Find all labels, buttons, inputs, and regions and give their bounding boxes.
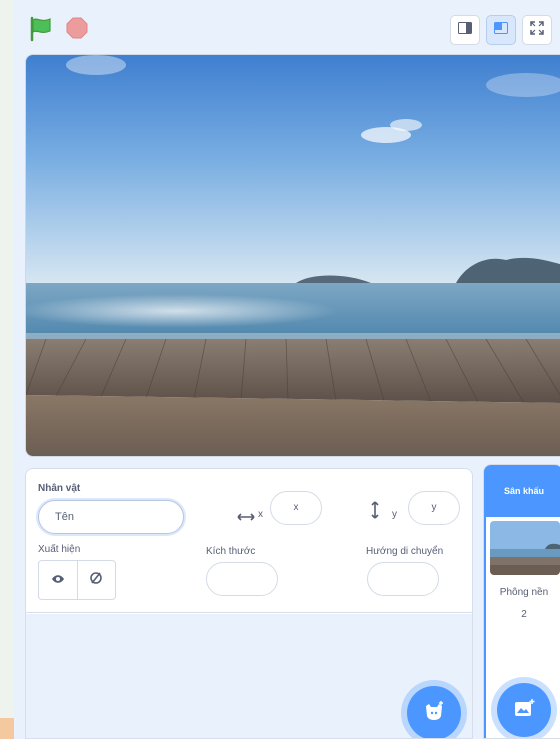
y-input[interactable]: y (408, 491, 460, 525)
backdrop-label: Phông nền (499, 587, 549, 598)
stage-selector-header[interactable]: Sân khấu (484, 465, 560, 517)
show-button[interactable] (39, 561, 77, 599)
fullscreen-button[interactable] (522, 15, 552, 45)
vertical-arrows-icon (370, 501, 380, 524)
sprite-list-area (26, 614, 472, 738)
scratch-stage-area: Nhân vật Tên x x y y Xuất hiện Kích thướ… (14, 0, 560, 739)
eye-icon (51, 571, 65, 589)
normal-stage-icon (494, 21, 508, 39)
size-label: Kích thước (206, 546, 256, 557)
sprite-name-input[interactable]: Tên (38, 500, 184, 534)
choose-backdrop-button[interactable] (497, 683, 551, 737)
backdrop-count: 2 (521, 609, 527, 620)
eye-slash-icon (89, 571, 103, 590)
sprite-heading: Nhân vật (38, 483, 81, 494)
stage-canvas[interactable] (25, 54, 560, 457)
sprite-info-panel: Nhân vật Tên x x y y Xuất hiện Kích thướ… (25, 468, 473, 739)
stop-icon[interactable] (66, 17, 88, 39)
horizontal-arrows-icon (237, 509, 255, 527)
visibility-toggle (38, 560, 116, 600)
choose-sprite-button[interactable] (407, 686, 461, 738)
stage-selector-panel[interactable]: Sân khấu Phông nền 2 (483, 464, 560, 739)
add-sprite-icon (423, 700, 445, 727)
fullscreen-icon (530, 20, 544, 40)
add-backdrop-icon (513, 698, 535, 723)
sprite-info-section: Nhân vật Tên x x y y Xuất hiện Kích thướ… (26, 469, 472, 613)
stage-controls-bar (14, 0, 560, 54)
direction-label: Hướng di chuyển (366, 546, 444, 557)
direction-input[interactable] (367, 562, 439, 596)
normal-stage-button[interactable] (486, 15, 516, 45)
hide-button[interactable] (76, 561, 115, 599)
backdrop-thumbnail[interactable] (490, 521, 560, 575)
x-input[interactable]: x (270, 491, 322, 525)
x-label: x (258, 509, 263, 520)
y-label: y (392, 509, 397, 520)
page-background-edge (0, 0, 14, 739)
page-background-corner (0, 718, 14, 739)
stage-selector-body: Phông nền 2 (484, 517, 560, 738)
backdrop-beach-image (26, 55, 560, 456)
small-stage-button[interactable] (450, 15, 480, 45)
small-stage-icon (458, 21, 472, 39)
show-label: Xuất hiện (38, 544, 81, 555)
green-flag-icon[interactable] (28, 16, 54, 42)
size-input[interactable] (206, 562, 278, 596)
